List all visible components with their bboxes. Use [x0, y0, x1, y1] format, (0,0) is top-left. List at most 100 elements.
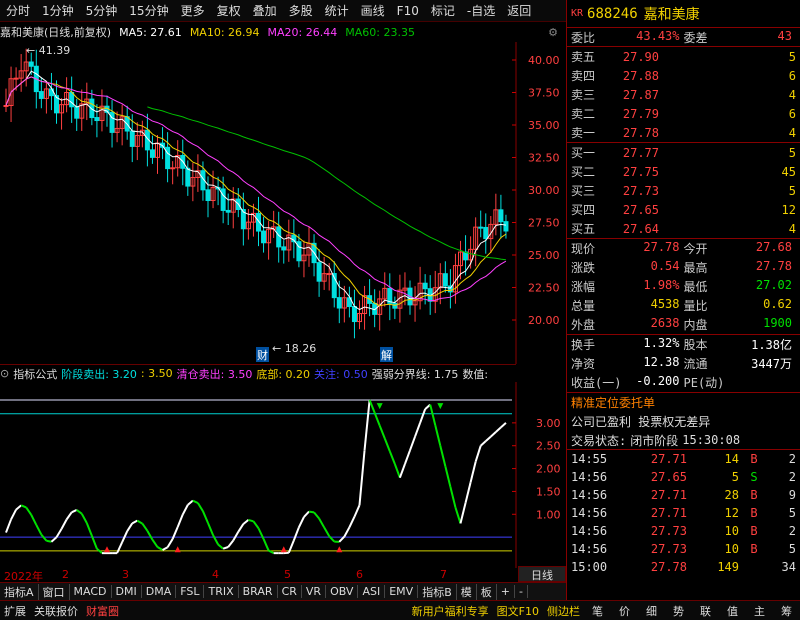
- precise-order-link[interactable]: 精准定位委托单: [567, 393, 800, 412]
- bottom-right-2[interactable]: 细: [638, 603, 665, 619]
- bottom-right-6[interactable]: 主: [746, 603, 773, 619]
- toolbar-item-13[interactable]: 返回: [501, 2, 537, 19]
- indicator-tab-6[interactable]: TRIX: [204, 585, 239, 598]
- indicator-tab-4[interactable]: DMA: [142, 585, 177, 598]
- bid-label: 买四: [571, 203, 596, 217]
- toolbar-item-3[interactable]: 15分钟: [123, 2, 174, 19]
- indicator-tab-8[interactable]: CR: [278, 585, 302, 598]
- sell-arrow-icon: [437, 403, 444, 410]
- stat-value: 3447万: [751, 357, 792, 371]
- indicator-tab-16[interactable]: 板: [477, 583, 497, 600]
- quote-panel: KR 688246 嘉和美康 委比 43.43% 委差 43 卖五 27.90 5 卖四 2…: [566, 0, 800, 600]
- toolbar-item-0[interactable]: 分时: [0, 2, 36, 19]
- precise-order-text: 精准定位委托单: [571, 396, 656, 410]
- stats-block-2: 换手 1.32% 股本 1.38亿 净资 12.38 流通 3447万 收益(一) -0.200 P…: [567, 335, 800, 393]
- bid-row-3: 买四 27.65 12: [567, 200, 800, 219]
- stat-label: 量比: [683, 299, 708, 313]
- indicator-segment: [459, 502, 467, 524]
- bottom-right-1[interactable]: 价: [611, 603, 638, 619]
- stat-label: 外盘: [571, 318, 596, 332]
- toolbar-item-12[interactable]: -自选: [461, 2, 501, 19]
- indicator-segment: [217, 543, 224, 550]
- indicator-chart[interactable]: 3.00 2.50 2.00 1.50 1.00: [0, 382, 566, 568]
- stat-value: 27.78: [643, 240, 680, 254]
- indicator-tab-14[interactable]: 指标B: [418, 583, 457, 600]
- toolbar-item-10[interactable]: F10: [391, 4, 425, 18]
- stat-value: [744, 374, 797, 391]
- indicator-segment: [232, 531, 240, 542]
- indicator-segment: [212, 534, 219, 545]
- indicator-tab-2[interactable]: MACD: [70, 585, 112, 598]
- bottom-left-1[interactable]: 关联报价: [30, 603, 82, 619]
- indicator-tab-3[interactable]: DMI: [112, 585, 142, 598]
- stat-row-0: 现价 27.78 今开 27.68: [567, 239, 800, 258]
- kline-chart[interactable]: 40.00 37.50 35.00 32.50 30.00 27.50 25.00 22.50…: [0, 42, 566, 364]
- tick-volume: 10: [724, 542, 739, 556]
- indicator-tab-18[interactable]: -: [515, 585, 528, 598]
- indicator-segment: [90, 535, 98, 550]
- stock-header: KR 688246 嘉和美康: [567, 0, 800, 28]
- toolbar-item-4[interactable]: 更多: [175, 2, 211, 19]
- bottom-right-0[interactable]: 笔: [584, 603, 611, 619]
- candle-body: [483, 226, 489, 240]
- indicator-tab-9[interactable]: VR: [302, 585, 327, 598]
- candle-body: [503, 221, 509, 232]
- collapse-icon[interactable]: ⊙: [0, 367, 9, 380]
- bottom-right-4[interactable]: 联: [692, 603, 719, 619]
- tick-count: 9: [788, 488, 796, 502]
- bottom-mid-1[interactable]: 图文F10: [493, 603, 543, 619]
- indicator-segment: [409, 436, 416, 451]
- bottom-left-0[interactable]: 扩展: [0, 603, 30, 619]
- indicator-segment: [5, 519, 12, 533]
- toolbar-item-5[interactable]: 复权: [211, 2, 247, 19]
- indicator-segment: [202, 510, 209, 524]
- ind-tick-label: 2.50: [536, 440, 561, 453]
- bottom-mid-2[interactable]: 侧边栏: [543, 603, 584, 619]
- indicator-tab-11[interactable]: ASI: [358, 585, 386, 598]
- buy-arrow-icon: [104, 546, 110, 553]
- indicator-segment: [40, 533, 48, 542]
- indicator-tab-1[interactable]: 窗口: [39, 583, 70, 600]
- indicator-segment: [404, 449, 411, 465]
- indicator-tab-10[interactable]: OBV: [326, 585, 359, 598]
- toolbar-item-11[interactable]: 标记: [425, 2, 461, 19]
- candle-body: [316, 262, 322, 282]
- status-label: 交易状态:: [571, 433, 627, 448]
- tick-count: 5: [788, 506, 796, 520]
- indicator-tab-7[interactable]: BRAR: [239, 585, 278, 598]
- ask-volume: 4: [788, 87, 796, 102]
- ask-volume: 6: [788, 106, 796, 121]
- indicator-tab-5[interactable]: FSL: [176, 585, 205, 598]
- indicator-segment: [248, 518, 254, 523]
- bottom-mid-0[interactable]: 新用户福利专享: [408, 603, 493, 619]
- tick-direction: B: [750, 452, 758, 466]
- toolbar-item-6[interactable]: 叠加: [247, 2, 283, 19]
- settings-icon[interactable]: ⚙: [548, 26, 558, 39]
- toolbar-item-8[interactable]: 统计: [319, 2, 355, 19]
- candle-body: [422, 282, 428, 290]
- indicator-tab-0[interactable]: 指标A: [0, 583, 39, 600]
- toolbar-item-9[interactable]: 画线: [355, 2, 391, 19]
- bottom-left-2[interactable]: 财富圈: [82, 603, 123, 619]
- ask-volume: 6: [788, 68, 796, 83]
- indicator-tab-17[interactable]: +: [497, 585, 515, 598]
- toolbar-item-7[interactable]: 多股: [283, 2, 319, 19]
- toolbar-item-2[interactable]: 5分钟: [80, 2, 124, 19]
- tick-time: 14:55: [571, 452, 608, 466]
- bottom-right-5[interactable]: 值: [719, 603, 746, 619]
- tick-price: 27.71: [650, 452, 687, 466]
- indicator-tab-15[interactable]: 模: [457, 583, 477, 600]
- indicator-segment: [55, 528, 63, 538]
- toolbar-item-1[interactable]: 1分钟: [36, 2, 80, 19]
- indicator-segment: [262, 538, 270, 551]
- stat-label: 换手: [571, 338, 596, 352]
- indicator-tab-12[interactable]: EMV: [385, 585, 419, 598]
- period-tab[interactable]: 日线: [518, 566, 566, 582]
- indicator-segment: [414, 422, 422, 437]
- bid-volume: 5: [788, 145, 796, 160]
- indicator-segment: [141, 523, 149, 532]
- tick-volume: 12: [724, 506, 739, 520]
- bottom-right-3[interactable]: 势: [665, 603, 692, 619]
- date-tick-6: 7: [440, 568, 447, 581]
- bottom-right-7[interactable]: 筹: [773, 603, 800, 619]
